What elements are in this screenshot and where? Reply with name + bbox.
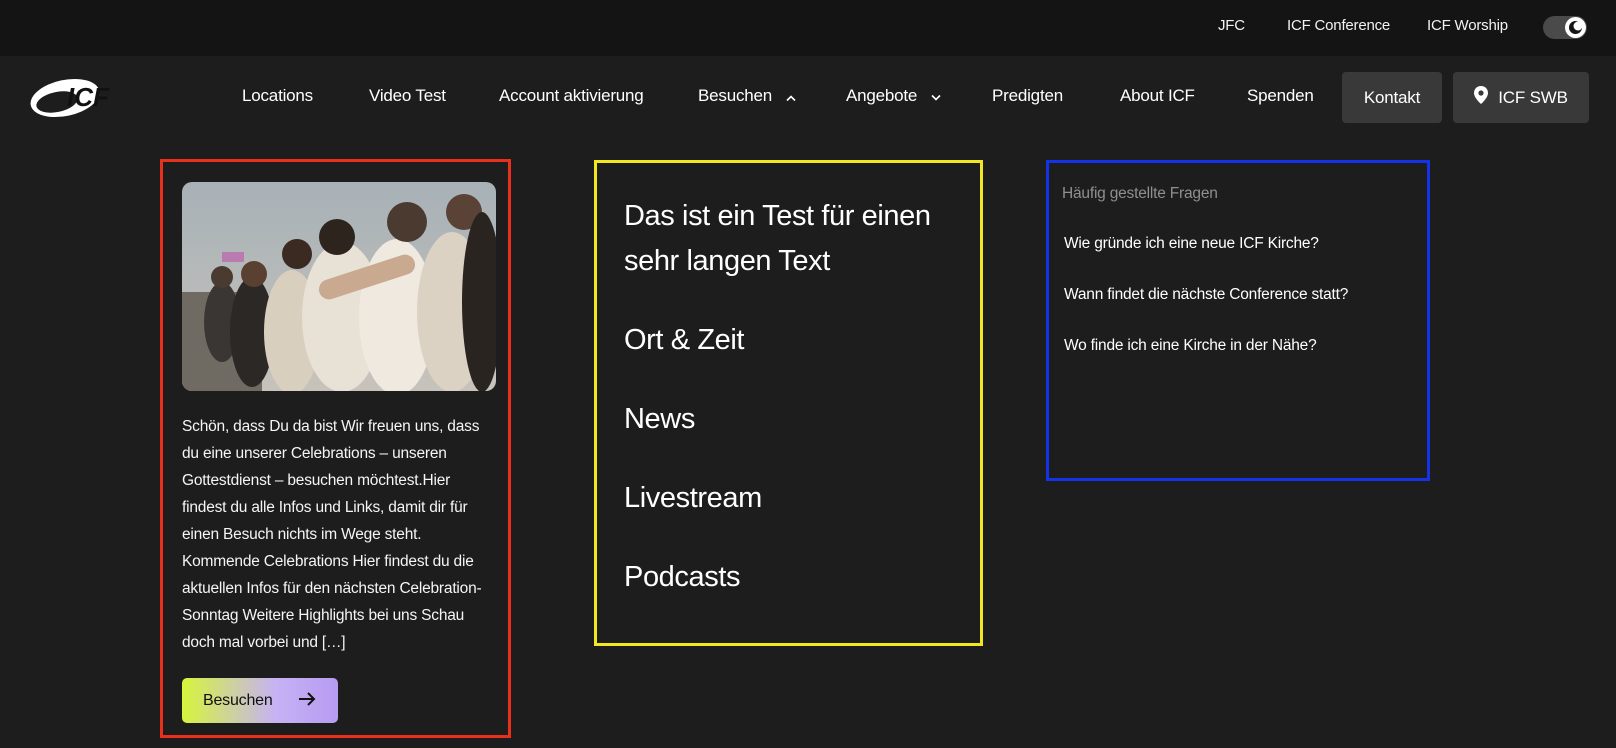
icf-logo[interactable]: ICF [27,73,115,124]
map-pin-icon [1474,86,1489,109]
nav-besuchen-label: Besuchen [698,86,773,105]
faq-item-conference[interactable]: Wann findet die nächste Conference statt… [1064,286,1348,304]
nav-video-test[interactable]: Video Test [369,86,446,106]
arrow-right-icon [298,691,316,712]
link-livestream[interactable]: Livestream [624,476,974,521]
main-navigation: ICF Locations Video Test Account aktivie… [0,56,1616,140]
nav-spenden[interactable]: Spenden [1247,86,1314,106]
chevron-down-icon [930,87,942,107]
besuchen-button[interactable]: Besuchen [182,678,338,723]
faq-title: Häufig gestellte Fragen [1062,185,1218,202]
moon-icon [1565,17,1586,38]
nav-angebote[interactable]: Angebote [846,86,942,107]
nav-besuchen[interactable]: Besuchen [698,86,797,107]
nav-account-aktivierung[interactable]: Account aktivierung [499,86,644,106]
besuchen-button-label: Besuchen [203,691,273,709]
topbar-link-icf-conference[interactable]: ICF Conference [1287,17,1390,34]
location-label: ICF SWB [1498,87,1568,107]
theme-toggle[interactable] [1543,16,1587,39]
nav-angebote-label: Angebote [846,86,918,105]
nav-predigten[interactable]: Predigten [992,86,1063,106]
topbar-link-icf-worship[interactable]: ICF Worship [1427,17,1508,34]
top-bar: JFC ICF Conference ICF Worship [0,0,1616,56]
link-ort-zeit[interactable]: Ort & Zeit [624,318,974,363]
nav-about-icf[interactable]: About ICF [1120,86,1195,106]
svg-text:ICF: ICF [67,82,110,112]
location-button[interactable]: ICF SWB [1453,72,1589,123]
link-podcasts[interactable]: Podcasts [624,555,974,600]
card-description: Schön, dass Du da bist Wir freuen uns, d… [182,418,482,651]
topbar-link-jfc[interactable]: JFC [1218,17,1245,34]
faq-item-kirche-naehe[interactable]: Wo finde ich eine Kirche in der Nähe? [1064,337,1317,355]
nav-locations[interactable]: Locations [242,86,313,106]
link-long-text-test[interactable]: Das ist ein Test für einen sehr langen T… [624,194,974,284]
link-news[interactable]: News [624,397,974,442]
kontakt-button[interactable]: Kontakt [1342,72,1442,123]
card-image [182,182,496,391]
faq-item-neue-kirche[interactable]: Wie gründe ich eine neue ICF Kirche? [1064,235,1319,253]
highlight-box-faq [1046,160,1430,481]
chevron-up-icon [785,87,797,107]
